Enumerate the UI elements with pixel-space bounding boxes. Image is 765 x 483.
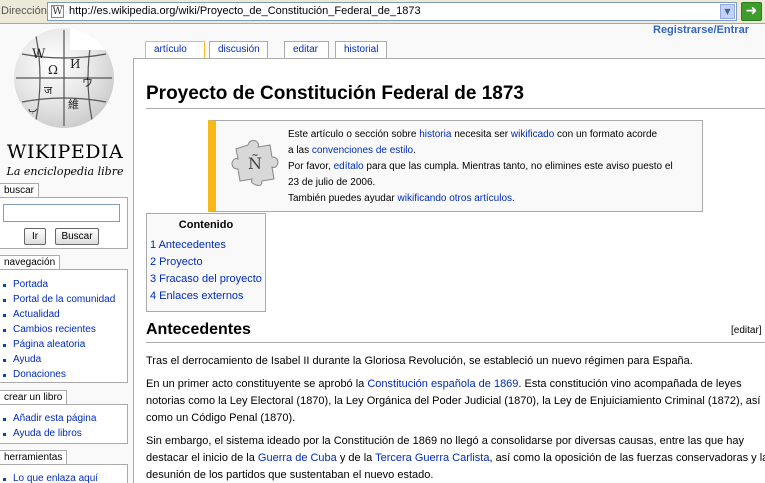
edit-section-link[interactable]: [editar] [731,325,762,336]
nav-item-actualidad[interactable]: Actualidad [0,307,127,322]
url-text: http://es.wikipedia.org/wiki/Proyecto_de… [69,5,421,17]
tab-history[interactable]: historial [335,41,387,58]
svg-text:維: 維 [68,98,79,111]
tab-article[interactable]: artículo [145,41,205,59]
address-label: Dirección [1,5,47,17]
puzzle-globe-icon: W Ω И ウ ज 維 ب [14,28,114,128]
nav-item-ayuda[interactable]: Ayuda [0,352,127,367]
address-bar: Dirección W http://es.wikipedia.org/wiki… [0,0,765,24]
create-book-portlet: Añadir esta página Ayuda de libros [0,404,128,444]
link-historia[interactable]: historia [419,129,451,140]
book-item-help[interactable]: Ayuda de libros [0,426,127,441]
title-divider [146,108,765,109]
logo-tagline: La enciclopedia libre [6,165,124,178]
nav-item-pagina-aleatoria[interactable]: Página aleatoria [0,337,127,352]
section-divider [146,342,765,343]
logo-wordmark: WIKIPEDIA [6,141,124,163]
link-constitucion-1869[interactable]: Constitución española de 1869 [367,378,518,390]
search-portlet: Ir Buscar [0,197,128,249]
svg-text:И: И [70,57,80,71]
link-wikificado[interactable]: wikificado [511,129,554,140]
puzzle-piece-icon: Ñ [228,135,280,187]
wikify-notice: Ñ Este artículo o sección sobre historia… [208,120,703,212]
search-heading: buscar [0,183,40,197]
favicon-icon: W [51,5,64,18]
go-arrow-icon[interactable]: ➜ [741,2,762,21]
dropdown-icon[interactable]: ▼ [720,4,735,19]
url-input[interactable]: W http://es.wikipedia.org/wiki/Proyecto_… [47,2,737,21]
section-heading-antecedentes: Antecedentes [146,321,251,338]
toc-title: Contenido [178,219,234,231]
svg-text:ب: ب [28,104,37,115]
toc-item-fracaso[interactable]: 3 Fracaso del proyecto [150,273,262,285]
link-guerra-cuba[interactable]: Guerra de Cuba [258,452,337,464]
nav-item-portal-comunidad[interactable]: Portal de la comunidad [0,292,127,307]
link-convenciones-estilo[interactable]: convenciones de estilo [312,145,413,156]
toc-item-enlaces[interactable]: 4 Enlaces externos [150,290,244,302]
navigation-portlet: Portada Portal de la comunidad Actualida… [0,269,128,383]
tab-edit[interactable]: editar [284,41,329,58]
link-editalo[interactable]: edítalo [334,161,364,172]
page-title: Proyecto de Constitución Federal de 1873 [146,83,524,104]
svg-text:ウ: ウ [82,76,93,89]
notice-text: Este artículo o sección sobre historia n… [288,129,673,204]
svg-text:W: W [32,47,46,62]
toc-item-proyecto[interactable]: 2 Proyecto [150,256,203,268]
login-link[interactable]: Registrarse/Entrar [653,24,749,36]
link-wikificando[interactable]: wikificando otros artículos [398,193,513,204]
wikipedia-logo[interactable]: W Ω И ウ ज 維 ب WIKIPEDIA La enciclopedia … [0,24,128,180]
tab-discussion[interactable]: discusión [209,41,268,58]
nav-item-portada[interactable]: Portada [0,277,127,292]
create-book-heading: crear un libro [0,390,68,404]
tools-item-what-links-here[interactable]: Lo que enlaza aquí [0,471,127,483]
link-tercera-guerra-carlista[interactable]: Tercera Guerra Carlista [375,452,489,464]
paragraph-2: En un primer acto constituyente se aprob… [146,378,761,424]
nav-item-cambios-recientes[interactable]: Cambios recientes [0,322,127,337]
search-input[interactable] [3,204,120,222]
svg-text:Ω: Ω [48,63,58,77]
paragraph-1: Tras el derrocamiento de Isabel II duran… [146,355,693,367]
table-of-contents: Contenido 1 Antecedentes 2 Proyecto 3 Fr… [146,213,266,312]
search-button[interactable]: Buscar [55,228,99,245]
svg-text:Ñ: Ñ [248,153,262,173]
book-item-add-page[interactable]: Añadir esta página [0,411,127,426]
content-area: Proyecto de Constitución Federal de 1873… [133,58,765,483]
navigation-heading: navegación [0,255,61,269]
paragraph-3: Sin embargo, el sistema ideado por la Co… [146,435,765,481]
tools-portlet: Lo que enlaza aquí [0,464,128,483]
go-button[interactable]: Ir [24,228,46,245]
nav-item-donaciones[interactable]: Donaciones [0,367,127,382]
toc-item-antecedentes[interactable]: 1 Antecedentes [150,239,226,251]
tools-heading: herramientas [0,450,68,464]
svg-text:ज: ज [44,84,53,97]
